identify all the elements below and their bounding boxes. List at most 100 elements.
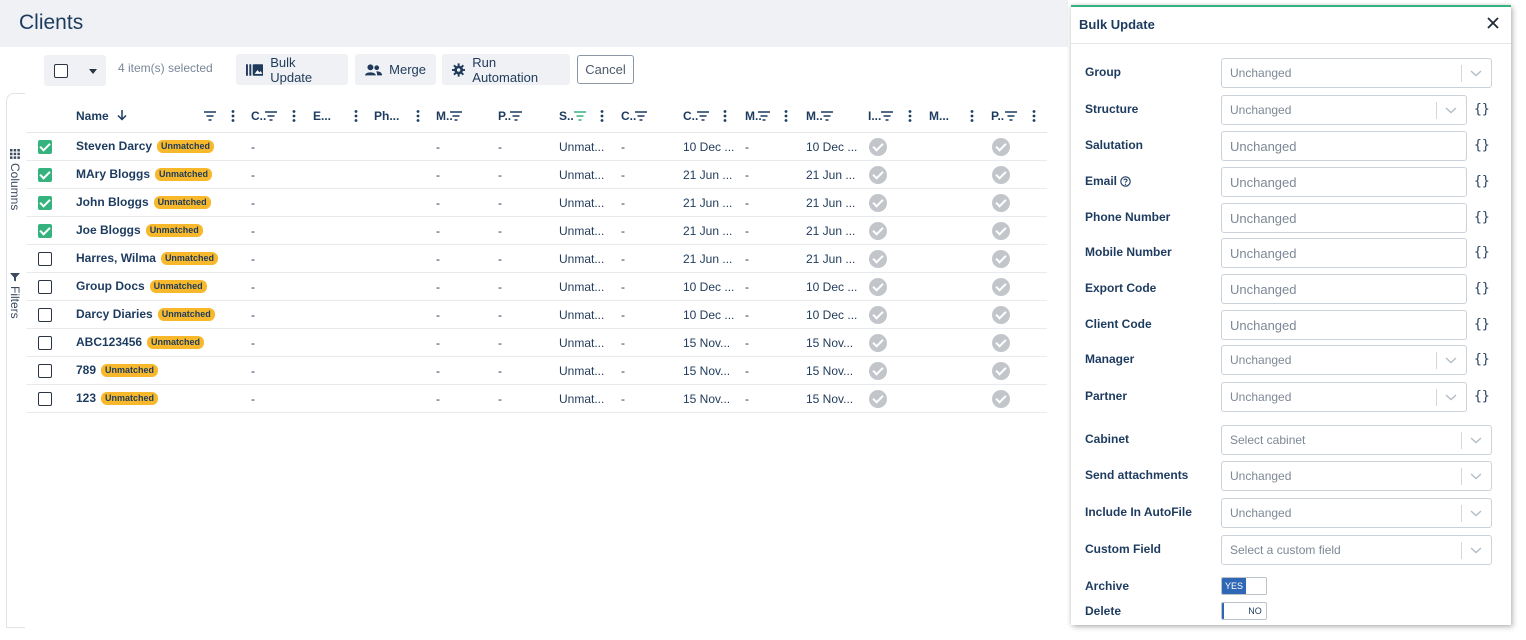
field-input[interactable]: Unchanged <box>1221 203 1467 233</box>
expression-braces-icon[interactable]: {} <box>1474 245 1490 260</box>
row-checkbox[interactable] <box>38 336 52 350</box>
more-vertical-icon[interactable] <box>231 110 235 122</box>
help-circle-icon[interactable] <box>1120 175 1131 187</box>
client-name[interactable]: 789 <box>76 363 96 377</box>
table-row[interactable]: Darcy Diaries Unmatched - - - Unmat... -10 Dec… <box>26 301 1047 329</box>
table-row[interactable]: John Bloggs Unmatched - - - Unmat... -21 Jun .… <box>26 189 1047 217</box>
client-name-cell[interactable]: John Bloggs Unmatched <box>76 195 211 209</box>
client-name-cell[interactable]: Steven Darcy Unmatched <box>76 139 215 153</box>
filters-tab[interactable]: Filters <box>8 272 22 319</box>
filter-lines-icon[interactable] <box>1005 111 1017 121</box>
row-checkbox[interactable] <box>38 140 52 154</box>
column-header[interactable]: E... <box>313 109 331 123</box>
select-all-dropdown[interactable] <box>44 55 106 86</box>
chevron-down-icon[interactable] <box>1470 471 1482 481</box>
more-vertical-icon[interactable] <box>908 110 912 122</box>
chevron-down-icon[interactable] <box>1445 105 1457 115</box>
column-header[interactable]: I... <box>868 109 881 123</box>
client-name[interactable]: Harres, Wilma <box>76 251 156 265</box>
client-name-cell[interactable]: 789 Unmatched <box>76 363 159 377</box>
chevron-down-icon[interactable] <box>1470 545 1482 555</box>
more-vertical-icon[interactable] <box>784 110 788 122</box>
client-name[interactable]: MAry Bloggs <box>76 167 150 181</box>
column-header[interactable]: S.. <box>559 109 574 123</box>
chevron-down-icon[interactable] <box>1470 435 1482 445</box>
filter-lines-icon[interactable] <box>450 111 462 121</box>
more-vertical-icon[interactable] <box>416 110 420 122</box>
client-name[interactable]: Darcy Diaries <box>76 307 153 321</box>
table-row[interactable]: Steven Darcy Unmatched - - - Unmat... -10 Dec … <box>26 133 1047 161</box>
filter-lines-icon[interactable] <box>510 111 522 121</box>
columns-tab[interactable]: Columns <box>8 149 22 210</box>
client-name-cell[interactable]: MAry Bloggs Unmatched <box>76 167 213 181</box>
expression-braces-icon[interactable]: {} <box>1474 389 1490 404</box>
client-name[interactable]: Steven Darcy <box>76 139 152 153</box>
client-name-cell[interactable]: Group Docs Unmatched <box>76 279 207 293</box>
field-input[interactable]: Unchanged <box>1221 274 1467 304</box>
filter-lines-icon[interactable] <box>574 111 586 121</box>
expression-braces-icon[interactable]: {} <box>1474 281 1490 296</box>
field-select[interactable]: Select cabinet <box>1221 425 1492 455</box>
chevron-down-icon[interactable] <box>1470 508 1482 518</box>
row-checkbox[interactable] <box>38 196 52 210</box>
column-header[interactable]: P.. <box>991 109 1004 123</box>
field-select[interactable]: Unchanged <box>1221 461 1492 491</box>
cancel-button[interactable]: Cancel <box>577 55 634 84</box>
field-select[interactable]: Unchanged <box>1221 382 1467 412</box>
more-vertical-icon[interactable] <box>723 110 727 122</box>
merge-button[interactable]: Merge <box>355 54 436 85</box>
column-header[interactable]: M... <box>929 109 949 123</box>
client-name-cell[interactable]: Darcy Diaries Unmatched <box>76 307 215 321</box>
chevron-down-icon[interactable] <box>1445 392 1457 402</box>
row-checkbox[interactable] <box>38 308 52 322</box>
column-header[interactable]: Ph... <box>374 109 399 123</box>
table-row[interactable]: MAry Bloggs Unmatched - - - Unmat... -21 Jun .… <box>26 161 1047 189</box>
field-select[interactable]: Unchanged <box>1221 345 1467 375</box>
column-header[interactable]: Name <box>76 109 109 123</box>
more-vertical-icon[interactable] <box>292 110 296 122</box>
row-checkbox[interactable] <box>38 252 52 266</box>
filter-lines-icon[interactable] <box>265 111 277 121</box>
expression-braces-icon[interactable]: {} <box>1474 174 1490 189</box>
client-name-cell[interactable]: 123 Unmatched <box>76 391 159 405</box>
table-row[interactable]: 789 Unmatched - - - Unmat... -15 Nov... -15 Nov… <box>26 357 1047 385</box>
close-icon[interactable] <box>1485 15 1501 31</box>
delete-toggle[interactable]: NO <box>1221 602 1267 620</box>
client-name-cell[interactable]: ABC123456 Unmatched <box>76 335 205 349</box>
client-name[interactable]: 123 <box>76 391 96 405</box>
client-name-cell[interactable]: Harres, Wilma Unmatched <box>76 251 218 265</box>
field-input[interactable]: Unchanged <box>1221 310 1467 340</box>
table-row[interactable]: Joe Bloggs Unmatched - - - Unmat... -21 Jun ..… <box>26 217 1047 245</box>
table-row[interactable]: Group Docs Unmatched - - - Unmat... -10 Dec ..… <box>26 273 1047 301</box>
table-row[interactable]: ABC123456 Unmatched - - - Unmat... -15 Nov... -… <box>26 329 1047 357</box>
filter-lines-icon[interactable] <box>204 111 216 121</box>
row-checkbox[interactable] <box>38 168 52 182</box>
bulk-update-button[interactable]: Bulk Update <box>236 54 348 85</box>
field-select[interactable]: Unchanged <box>1221 498 1492 528</box>
table-row[interactable]: 123 Unmatched - - - Unmat... -15 Nov... -15 Nov… <box>26 385 1047 413</box>
filter-lines-icon[interactable] <box>758 111 770 121</box>
expression-braces-icon[interactable]: {} <box>1474 352 1490 367</box>
field-select[interactable]: Unchanged <box>1221 58 1492 88</box>
filter-lines-icon[interactable] <box>881 111 893 121</box>
row-checkbox[interactable] <box>38 392 52 406</box>
filter-lines-icon[interactable] <box>821 111 833 121</box>
expression-braces-icon[interactable]: {} <box>1474 317 1490 332</box>
more-vertical-icon[interactable] <box>1032 110 1036 122</box>
chevron-down-icon[interactable] <box>1470 68 1482 78</box>
filter-lines-icon[interactable] <box>635 111 647 121</box>
select-all-checkbox[interactable] <box>54 64 68 78</box>
archive-toggle[interactable]: YES <box>1221 577 1267 595</box>
expression-braces-icon[interactable]: {} <box>1474 102 1490 117</box>
field-input[interactable]: Unchanged <box>1221 167 1467 197</box>
field-input[interactable]: Unchanged <box>1221 131 1467 161</box>
row-checkbox[interactable] <box>38 364 52 378</box>
field-select[interactable]: Unchanged <box>1221 95 1467 125</box>
field-select[interactable]: Select a custom field <box>1221 535 1492 565</box>
more-vertical-icon[interactable] <box>354 110 358 122</box>
client-name[interactable]: Joe Bloggs <box>76 223 141 237</box>
client-name[interactable]: Group Docs <box>76 279 145 293</box>
field-input[interactable]: Unchanged <box>1221 238 1467 268</box>
expression-braces-icon[interactable]: {} <box>1474 138 1490 153</box>
expression-braces-icon[interactable]: {} <box>1474 210 1490 225</box>
